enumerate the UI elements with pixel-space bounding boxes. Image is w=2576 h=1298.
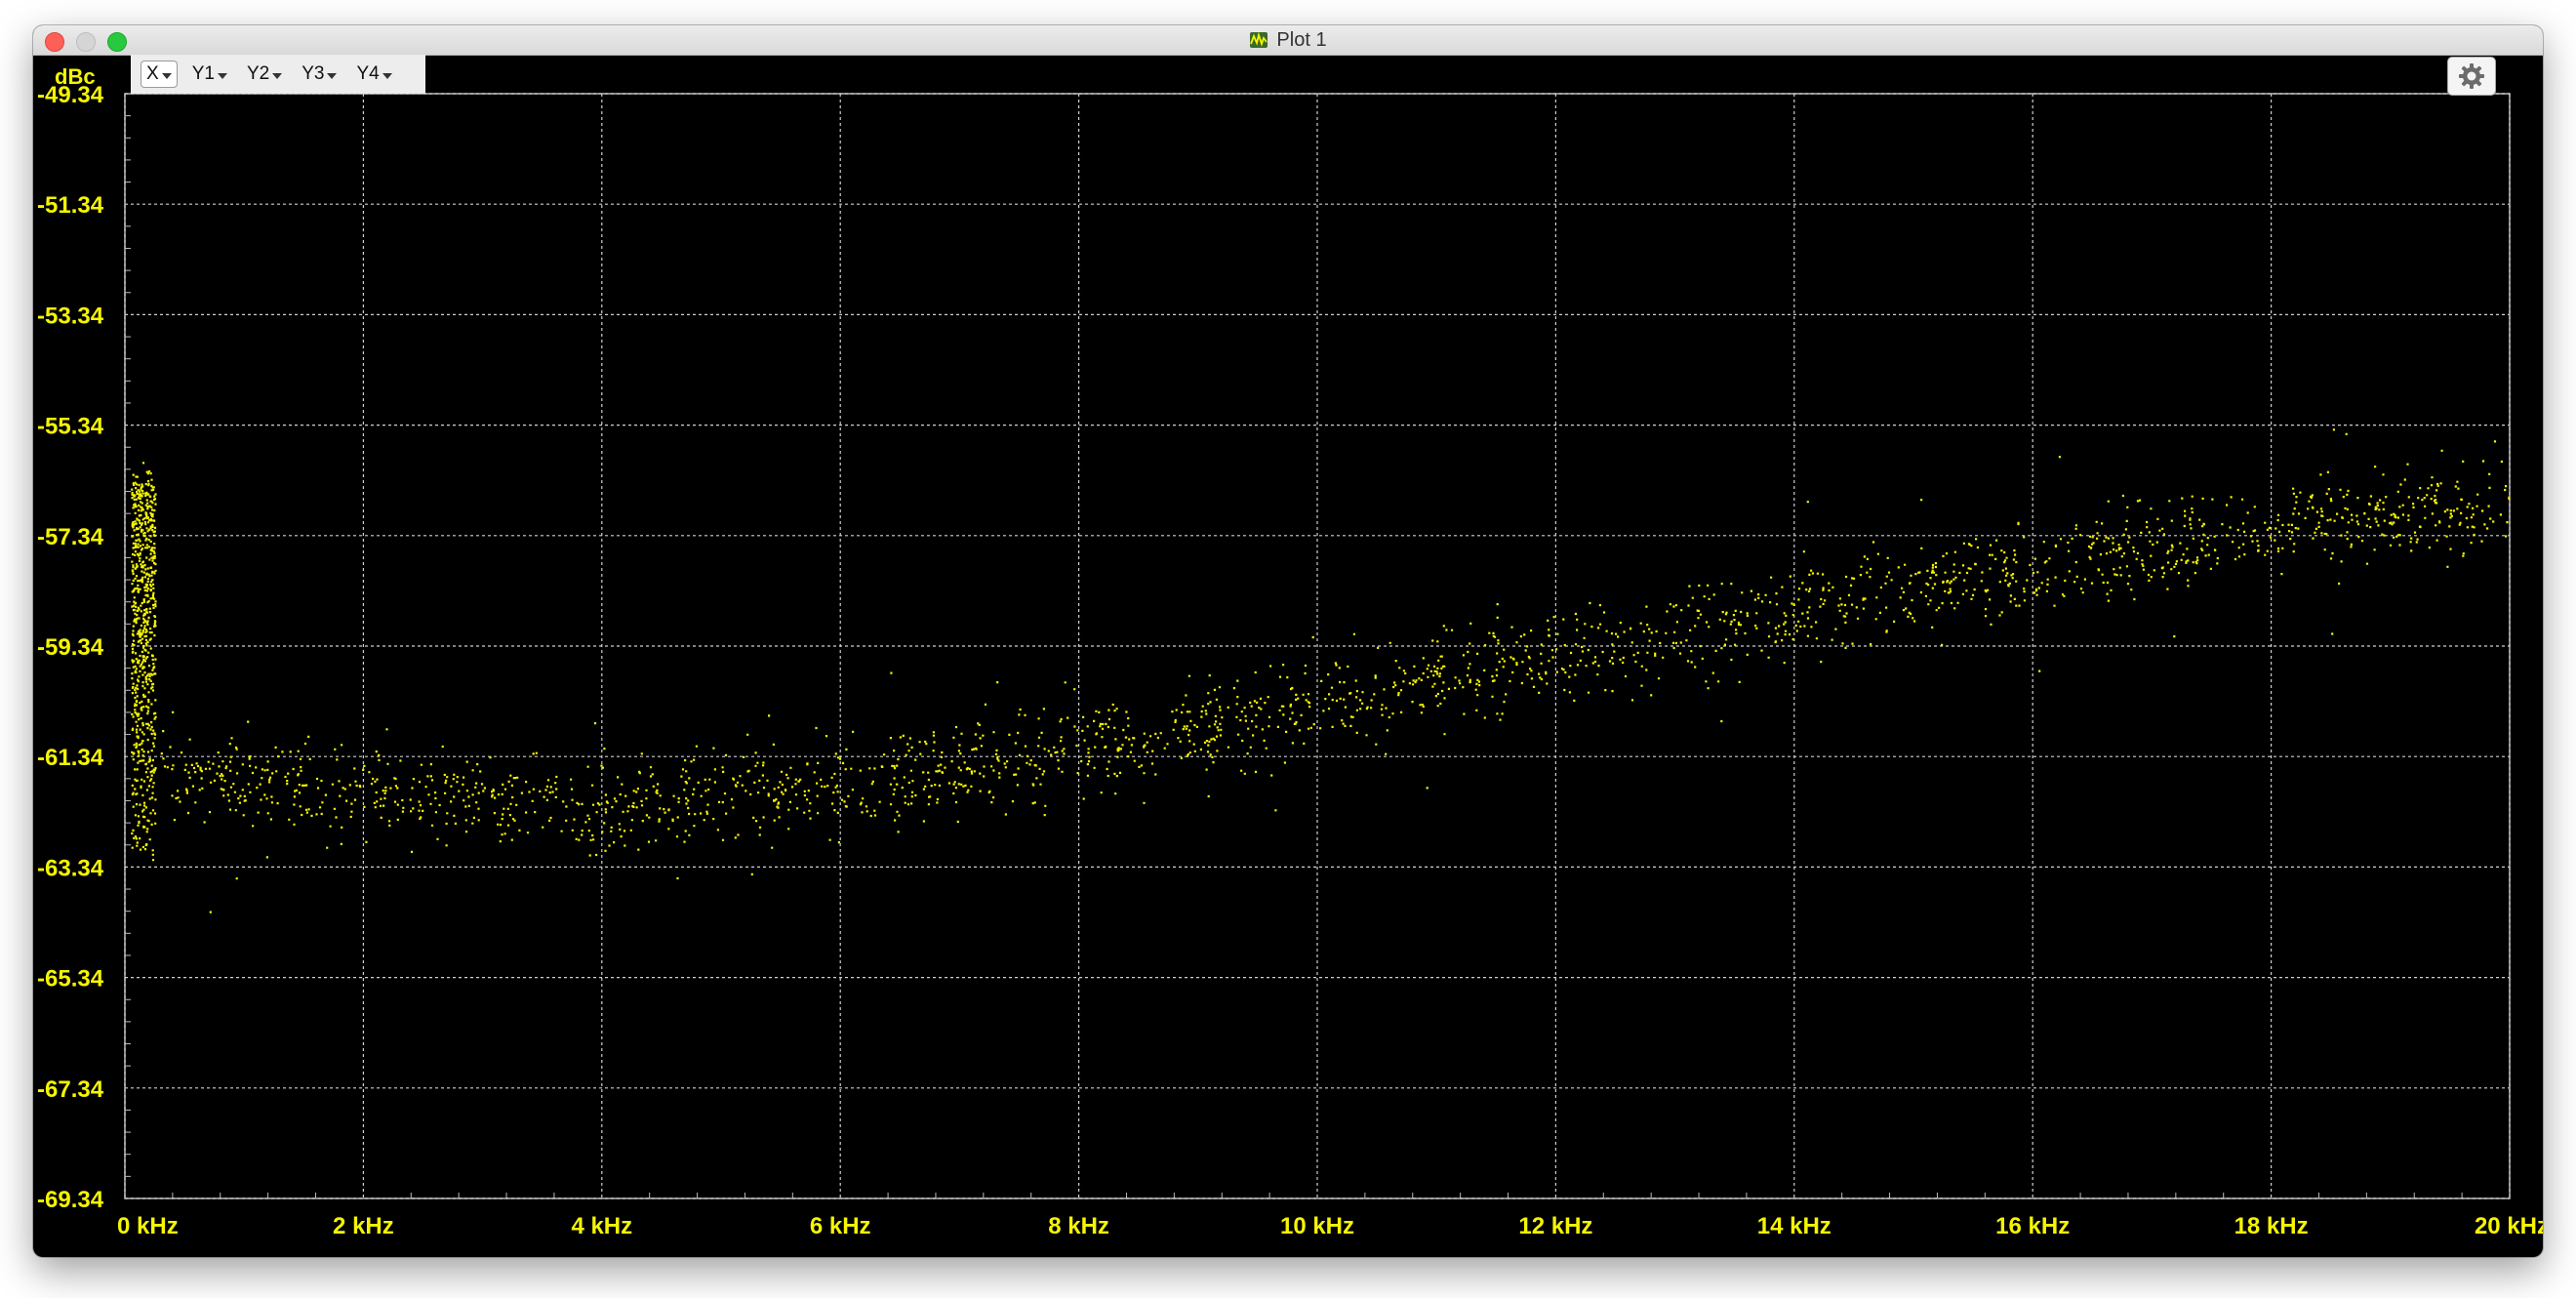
y-tick-label: -67.34 [37,1076,104,1103]
x-tick-label: 20 kHz [2475,1213,2543,1239]
x-tick-label: 18 kHz [2234,1213,2309,1239]
y-tick-label: -55.34 [37,414,104,440]
y-unit-label: dBc [55,64,96,89]
x-tick-label: 16 kHz [1995,1213,2070,1239]
y-tick-label: -69.34 [37,1187,104,1213]
axis-button-x[interactable]: X [141,61,178,88]
x-tick-label: 2 kHz [333,1213,394,1239]
x-axis: 0 kHz 2 kHz 4 kHz 6 kHz 8 kHz 10 kHz 12 kHz 14 … [117,1213,2543,1239]
axis-button-label: X [146,63,159,84]
window-title: Plot 1 [1276,28,1327,51]
y-tick-label: -57.34 [37,524,104,550]
axis-button-label: Y1 [191,63,215,84]
y-tick-label: -63.34 [37,855,104,881]
scatter-points [131,428,2511,913]
grid [124,93,2511,1199]
y-tick-label: -65.34 [37,966,104,993]
gear-icon [2459,63,2484,89]
y-tick-label: -61.34 [37,745,104,771]
plot-window: -49.34 -51.34 -53.34 -55.34 -57.34 -59.34 -61.… [33,25,2543,1257]
axis-button-y3[interactable]: Y3 [297,61,342,88]
data-series [131,428,2511,913]
y-tick-label: -51.34 [37,192,104,219]
axis-button-y2[interactable]: Y2 [242,61,287,88]
x-tick-label: 0 kHz [117,1213,179,1239]
x-tick-label: 6 kHz [810,1213,871,1239]
plot-area[interactable]: -49.34-51.34-53.34-55.34-57.34-59.34-61.… [33,25,2543,1257]
x-tick-label: 10 kHz [1280,1213,1354,1239]
chevron-down-icon [327,72,338,79]
axis-button-y4[interactable]: Y4 [351,61,396,88]
x-tick-label: 12 kHz [1518,1213,1592,1239]
axis-button-label: Y3 [302,63,325,84]
axis-button-label: Y2 [246,63,270,84]
x-tick-label: 14 kHz [1757,1213,1831,1239]
x-tick-label: 4 kHz [571,1213,632,1239]
chevron-down-icon [161,72,172,79]
settings-button[interactable] [2447,57,2496,96]
waveform-icon [1250,31,1268,48]
axis-selector-bar: X Y1 Y2 Y3 Y4 [131,55,425,94]
chevron-down-icon [217,72,227,79]
x-tick-label: 8 kHz [1048,1213,1109,1239]
chevron-down-icon [382,72,392,79]
y-axis: -49.34-51.34-53.34-55.34-57.34-59.34-61.… [37,82,104,1213]
axis-button-label: Y4 [356,63,380,84]
title-bar[interactable]: Plot 1 [33,25,2543,56]
y-tick-label: -59.34 [37,634,104,661]
axis-button-y1[interactable]: Y1 [187,61,232,88]
y-tick-label: -53.34 [37,303,104,329]
chevron-down-icon [272,72,283,79]
